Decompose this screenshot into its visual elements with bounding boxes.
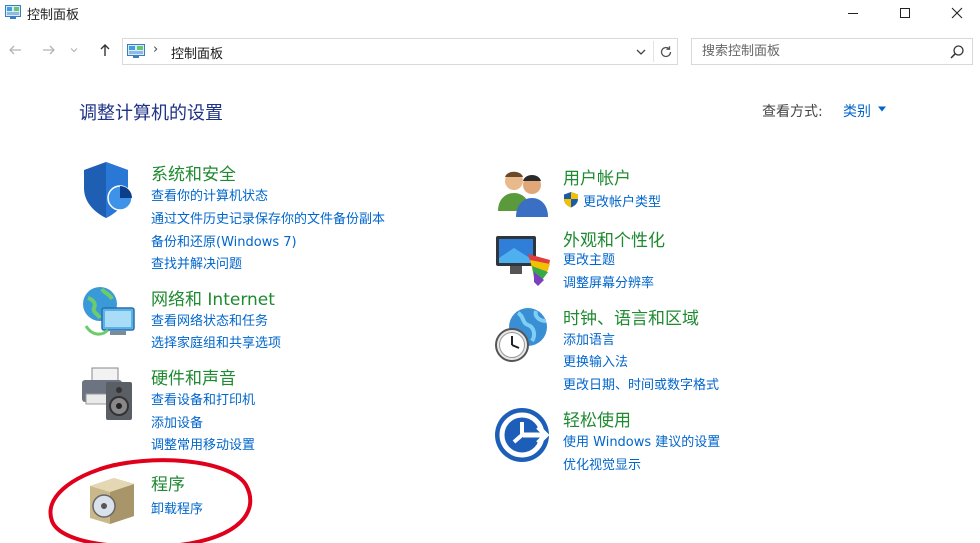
link-change-account-type[interactable]: 更改帐户类型 xyxy=(583,191,661,210)
refresh-icon[interactable] xyxy=(658,44,674,60)
search-box[interactable] xyxy=(691,38,973,65)
chevron-down-icon[interactable] xyxy=(634,45,648,59)
arrow-right-icon xyxy=(43,45,55,55)
link-recommended-settings[interactable]: 使用 Windows 建议的设置 xyxy=(563,431,720,450)
uac-shield-icon xyxy=(564,192,578,208)
navigation-bar: › 控制面板 xyxy=(0,34,980,68)
appearance-monitor-icon[interactable] xyxy=(494,230,554,290)
forward-button[interactable] xyxy=(40,41,58,59)
arrow-left-icon xyxy=(9,45,21,55)
link-homegroup-sharing[interactable]: 选择家庭组和共享选项 xyxy=(151,332,281,351)
window-title: 控制面板 xyxy=(27,8,80,23)
link-date-time-format[interactable]: 更改日期、时间或数字格式 xyxy=(563,374,719,393)
shield-icon[interactable] xyxy=(80,160,140,220)
address-bar[interactable]: › 控制面板 xyxy=(122,38,678,65)
control-panel-icon xyxy=(127,44,145,58)
search-input[interactable] xyxy=(693,40,943,63)
view-by-label: 查看方式: xyxy=(762,104,823,120)
link-file-history-backup[interactable]: 通过文件历史记录保存你的文件备份副本 xyxy=(151,208,385,227)
category-ease-of-access[interactable]: 轻松使用 xyxy=(563,406,631,431)
title-bar: 控制面板 xyxy=(0,0,980,26)
category-clock-region[interactable]: 时钟、语言和区域 xyxy=(563,304,699,329)
link-change-theme[interactable]: 更改主题 xyxy=(563,249,615,268)
link-mobility-settings[interactable]: 调整常用移动设置 xyxy=(151,434,255,453)
breadcrumb-separator[interactable]: › xyxy=(153,42,158,57)
divider xyxy=(653,41,654,62)
chevron-down-icon xyxy=(70,48,78,53)
link-add-language[interactable]: 添加语言 xyxy=(563,329,615,348)
clock-globe-icon[interactable] xyxy=(494,305,554,365)
link-view-computer-status[interactable]: 查看你的计算机状态 xyxy=(151,185,268,204)
close-icon xyxy=(951,7,963,19)
link-troubleshoot[interactable]: 查找并解决问题 xyxy=(151,253,242,272)
close-button[interactable] xyxy=(934,0,980,26)
page-title: 调整计算机的设置 xyxy=(79,103,223,124)
category-user-accounts[interactable]: 用户帐户 xyxy=(563,164,631,189)
link-network-status[interactable]: 查看网络状态和任务 xyxy=(151,310,268,329)
back-button[interactable] xyxy=(6,41,24,59)
minimize-button[interactable] xyxy=(830,0,876,26)
link-backup-restore[interactable]: 备份和还原(Windows 7) xyxy=(151,231,297,250)
category-appearance[interactable]: 外观和个性化 xyxy=(563,226,665,251)
category-hardware-sound[interactable]: 硬件和声音 xyxy=(151,364,236,389)
link-screen-resolution[interactable]: 调整屏幕分辨率 xyxy=(563,272,654,291)
user-accounts-icon[interactable] xyxy=(494,165,554,225)
recent-locations-button[interactable] xyxy=(68,41,80,59)
search-icon[interactable] xyxy=(949,44,965,60)
control-panel-icon xyxy=(5,5,21,19)
printer-speaker-icon[interactable] xyxy=(80,364,140,424)
category-system-security[interactable]: 系统和安全 xyxy=(151,160,236,185)
minimize-icon xyxy=(848,13,858,14)
arrow-up-icon xyxy=(100,44,110,56)
link-optimize-visual-display[interactable]: 优化视觉显示 xyxy=(563,454,641,473)
annotation-circle xyxy=(48,458,253,543)
network-globe-icon[interactable] xyxy=(80,284,140,344)
up-button[interactable] xyxy=(96,41,114,59)
maximize-icon xyxy=(900,8,910,18)
ease-of-access-icon[interactable] xyxy=(494,405,554,465)
maximize-button[interactable] xyxy=(882,0,928,26)
caret-down-icon[interactable] xyxy=(877,104,887,114)
breadcrumb-control-panel[interactable]: 控制面板 xyxy=(171,43,223,62)
link-add-device[interactable]: 添加设备 xyxy=(151,412,203,431)
link-change-input-method[interactable]: 更换输入法 xyxy=(563,351,628,370)
category-network[interactable]: 网络和 Internet xyxy=(151,285,275,310)
link-devices-printers[interactable]: 查看设备和打印机 xyxy=(151,389,255,408)
view-by-dropdown[interactable]: 类别 xyxy=(843,101,871,121)
